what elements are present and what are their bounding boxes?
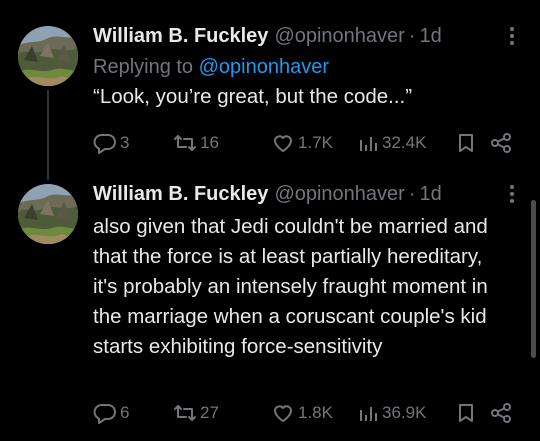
bookmark-button[interactable] xyxy=(455,130,477,156)
retweet-count: 16 xyxy=(200,133,219,152)
tweet-header: William B. Fuckley @opinonhaver · 1d xyxy=(93,180,526,208)
like-count: 1.7K xyxy=(298,133,333,152)
tweet-text: also given that Jedi couldn't be married… xyxy=(93,215,488,358)
tweet-content: William B. Fuckley @opinonhaver · 1d als… xyxy=(93,180,526,362)
views-button[interactable]: 36.9K xyxy=(357,400,426,426)
tweet-thread: William B. Fuckley @opinonhaver · 1d Rep… xyxy=(0,0,540,441)
replying-to-handle[interactable]: @opinonhaver xyxy=(199,56,329,78)
share-button[interactable] xyxy=(489,400,513,426)
bookmark-icon xyxy=(455,402,477,424)
tweet[interactable]: William B. Fuckley @opinonhaver · 1d Rep… xyxy=(0,16,540,180)
retweet-count: 27 xyxy=(200,403,219,422)
tweet[interactable]: William B. Fuckley @opinonhaver · 1d als… xyxy=(0,174,540,441)
handle[interactable]: @opinonhaver xyxy=(274,183,404,206)
timestamp[interactable]: 1d xyxy=(420,183,442,206)
bookmark-button[interactable] xyxy=(455,400,477,426)
retweet-button[interactable]: 16 xyxy=(173,130,219,156)
share-icon xyxy=(489,402,513,424)
retweet-button[interactable]: 27 xyxy=(173,400,219,426)
reply-button[interactable]: 6 xyxy=(93,400,129,426)
top-edge xyxy=(0,0,540,10)
bookmark-icon xyxy=(455,132,477,154)
share-icon xyxy=(489,132,513,154)
heart-icon xyxy=(271,132,295,154)
tweet-actions: 3 16 1.7K 32.4K xyxy=(93,130,526,156)
views-count: 36.9K xyxy=(382,403,427,422)
display-name[interactable]: William B. Fuckley xyxy=(93,25,268,48)
replying-to: Replying to @opinonhaver xyxy=(93,54,526,80)
reply-icon xyxy=(93,132,117,154)
views-icon xyxy=(357,402,379,424)
retweet-icon xyxy=(173,402,197,424)
scrollbar[interactable] xyxy=(531,200,536,358)
views-button[interactable]: 32.4K xyxy=(357,130,426,156)
reply-icon xyxy=(93,402,117,424)
separator-dot: · xyxy=(408,182,416,205)
avatar[interactable] xyxy=(18,184,78,244)
tweet-actions: 6 27 1.8K 36.9K xyxy=(93,400,526,426)
display-name[interactable]: William B. Fuckley xyxy=(93,183,268,206)
separator-dot: · xyxy=(408,24,416,47)
more-horizontal-icon[interactable] xyxy=(502,182,522,206)
replying-to-label: Replying to xyxy=(93,56,194,78)
more-horizontal-icon[interactable] xyxy=(502,24,522,48)
reply-count: 3 xyxy=(120,133,130,152)
tweet-text: “Look, you’re great, but the code...” xyxy=(93,85,413,108)
views-count: 32.4K xyxy=(382,133,427,152)
reply-count: 6 xyxy=(120,403,130,422)
like-button[interactable]: 1.7K xyxy=(271,130,333,156)
like-count: 1.8K xyxy=(298,403,333,422)
handle[interactable]: @opinonhaver xyxy=(274,25,404,48)
retweet-icon xyxy=(173,132,197,154)
views-icon xyxy=(357,132,379,154)
thread-connector-line xyxy=(47,90,49,180)
tweet-content: William B. Fuckley @opinonhaver · 1d Rep… xyxy=(93,22,526,112)
timestamp[interactable]: 1d xyxy=(420,25,442,48)
tweet-header: William B. Fuckley @opinonhaver · 1d xyxy=(93,22,526,50)
heart-icon xyxy=(271,402,295,424)
share-button[interactable] xyxy=(489,130,513,156)
reply-button[interactable]: 3 xyxy=(93,130,129,156)
avatar[interactable] xyxy=(18,26,78,86)
like-button[interactable]: 1.8K xyxy=(271,400,333,426)
